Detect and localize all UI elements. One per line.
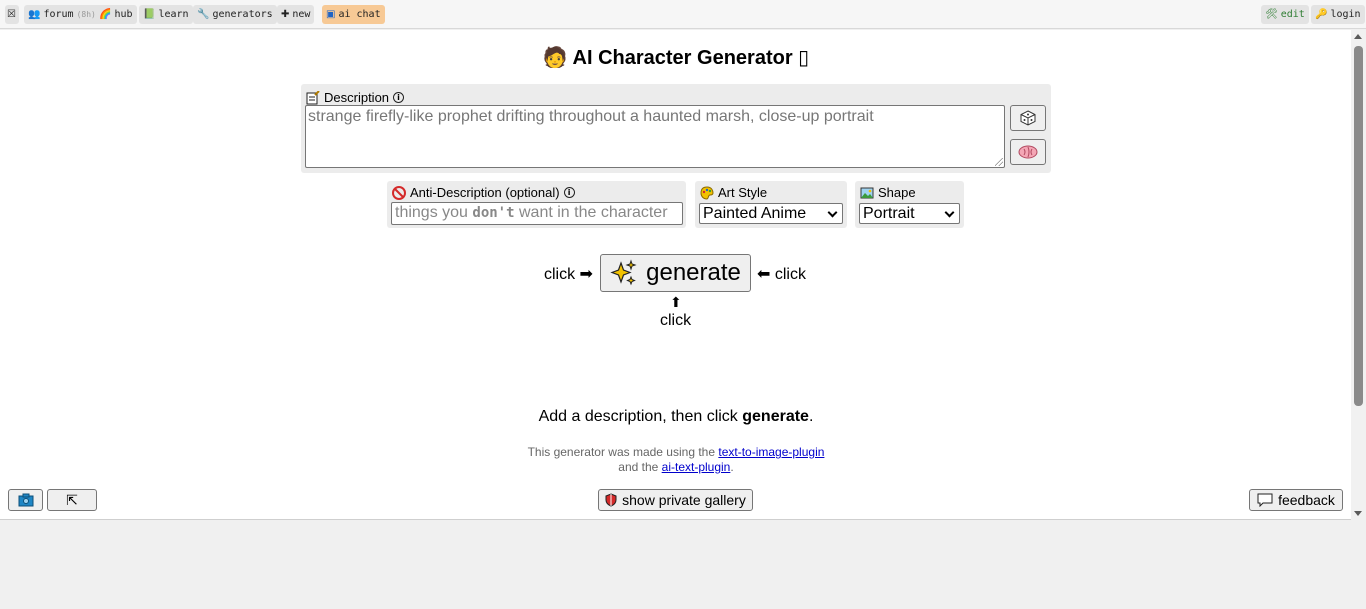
- nav-login-label: login: [1330, 9, 1361, 20]
- page-title: 🧑 AI Character Generator ▯: [0, 45, 1352, 70]
- art-style-panel: Art Style Painted Anime: [695, 181, 847, 228]
- description-label: Description i: [306, 90, 405, 105]
- art-style-value: Painted Anime: [703, 204, 807, 222]
- forum-time-badge: (8h): [76, 10, 96, 19]
- nav-forum-label: forum: [43, 9, 74, 20]
- prohibited-icon: [392, 185, 406, 200]
- anti-description-label-text: Anti-Description (optional): [410, 185, 560, 200]
- anti-description-panel: Anti-Description (optional) i things you…: [387, 181, 686, 228]
- plus-icon: ✚: [281, 9, 290, 20]
- art-style-label-text: Art Style: [718, 185, 768, 200]
- generate-button[interactable]: generate: [600, 254, 751, 292]
- expand-button[interactable]: ⇱: [47, 489, 97, 511]
- scrollbar-thumb[interactable]: [1354, 46, 1363, 406]
- ai-suggest-button[interactable]: [1010, 139, 1046, 165]
- nav-generators[interactable]: 🔧 generators: [193, 5, 277, 24]
- info-icon[interactable]: i: [563, 187, 575, 198]
- anti-placeholder-post: want in the character: [514, 204, 668, 221]
- show-private-gallery-label: show private gallery: [622, 492, 746, 508]
- nav-forum[interactable]: 👥 forum (8h): [24, 5, 100, 24]
- shield-icon: [605, 493, 617, 507]
- up-arrow-icon: ⬆: [670, 294, 682, 310]
- shape-panel: Shape Portrait: [855, 181, 964, 228]
- book-icon: 📗: [143, 9, 156, 20]
- art-style-select[interactable]: Painted Anime: [699, 203, 843, 224]
- nav-generators-label: generators: [212, 9, 273, 20]
- camera-icon: [18, 493, 33, 507]
- nav-ai-chat[interactable]: ▣ ai chat: [322, 5, 385, 24]
- key-icon: 🔑: [1315, 9, 1328, 20]
- credit-period: .: [730, 460, 734, 474]
- nav-new[interactable]: ✚ new: [277, 5, 315, 24]
- chevron-down-icon: [827, 207, 838, 217]
- credit-line1: This generator was made using the: [527, 445, 719, 459]
- chevron-down-icon: [944, 207, 955, 217]
- click-hint-left: click ➡: [544, 266, 593, 283]
- description-label-text: Description: [324, 90, 390, 105]
- wrench-icon: 🔧: [197, 9, 210, 20]
- palette-icon: [700, 185, 714, 200]
- nav-hub[interactable]: 🌈 hub: [95, 5, 137, 24]
- page-title-text: AI Character Generator: [572, 47, 793, 69]
- anti-description-label: Anti-Description (optional) i: [392, 185, 575, 200]
- nav-new-label: new: [292, 9, 311, 20]
- dice-icon: [1020, 110, 1036, 126]
- feedback-label: feedback: [1278, 492, 1335, 508]
- nav-learn-label: learn: [158, 9, 189, 20]
- close-panel-button[interactable]: ☒: [5, 5, 19, 24]
- ai-text-plugin-link[interactable]: ai-text-plugin: [662, 460, 731, 474]
- scrollbar[interactable]: [1351, 30, 1366, 520]
- gallery-toggle-button[interactable]: [8, 489, 43, 511]
- resize-handle[interactable]: [995, 158, 1003, 166]
- random-description-button[interactable]: [1010, 105, 1046, 131]
- instruction-text: Add a description, then click generate.: [0, 408, 1352, 426]
- credit-line2: and the: [618, 460, 662, 474]
- description-placeholder: strange firefly-like prophet drifting th…: [308, 108, 874, 125]
- shape-label-text: Shape: [878, 185, 916, 200]
- anti-placeholder-bold: don't: [472, 205, 515, 221]
- generator-page: 🧑 AI Character Generator ▯ Description i…: [0, 30, 1366, 520]
- click-hint-right: ⬅ click: [757, 266, 806, 283]
- person-icon: 🧑: [542, 45, 568, 69]
- text-to-image-plugin-link[interactable]: text-to-image-plugin: [718, 445, 824, 459]
- rainbow-icon: 🌈: [99, 9, 112, 20]
- nav-login[interactable]: 🔑 login: [1311, 5, 1365, 24]
- close-icon: ☒: [7, 9, 16, 20]
- hint-bold: generate: [742, 408, 809, 425]
- shape-select[interactable]: Portrait: [859, 203, 960, 224]
- nav-learn[interactable]: 📗 learn: [139, 5, 193, 24]
- hint-pre: Add a description, then click: [538, 408, 743, 425]
- expand-icon: ⇱: [66, 491, 78, 508]
- generate-label: generate: [646, 259, 741, 286]
- memo-icon: [306, 90, 320, 104]
- chat-icon: ▣: [326, 9, 336, 20]
- description-panel: Description i strange firefly-like proph…: [301, 84, 1051, 173]
- sparkles-icon: [610, 259, 637, 286]
- scroll-up-arrow-icon[interactable]: [1354, 34, 1362, 39]
- scroll-down-arrow-icon[interactable]: [1354, 511, 1362, 516]
- anti-description-input[interactable]: things you don't want in the character: [391, 202, 683, 225]
- brain-icon: [1018, 145, 1038, 159]
- feedback-button[interactable]: feedback: [1249, 489, 1343, 511]
- anti-placeholder-pre: things you: [395, 204, 473, 221]
- shape-value: Portrait: [863, 204, 915, 222]
- nav-ai-chat-label: ai chat: [338, 9, 381, 20]
- hint-post: .: [808, 408, 814, 425]
- nav-edit-label: edit: [1280, 9, 1305, 20]
- tools-icon: 🛠: [1265, 9, 1278, 20]
- credit-text: This generator was made using the text-t…: [0, 445, 1352, 475]
- art-style-label: Art Style: [700, 185, 767, 200]
- info-icon[interactable]: i: [393, 92, 405, 103]
- speech-bubble-icon: [1257, 493, 1273, 507]
- shape-label: Shape: [860, 185, 916, 200]
- description-textarea[interactable]: strange firefly-like prophet drifting th…: [305, 105, 1005, 168]
- top-nav: ☒ 👥 forum (8h) 🌈 hub 📗 learn 🔧 generator…: [0, 0, 1366, 29]
- show-private-gallery-button[interactable]: show private gallery: [598, 489, 753, 511]
- nav-hub-label: hub: [114, 9, 133, 20]
- missing-glyph-icon: ▯: [798, 45, 810, 69]
- people-icon: 👥: [28, 9, 41, 20]
- click-hint-below: click: [660, 312, 692, 329]
- picture-icon: [860, 187, 874, 198]
- nav-edit[interactable]: 🛠 edit: [1261, 5, 1309, 24]
